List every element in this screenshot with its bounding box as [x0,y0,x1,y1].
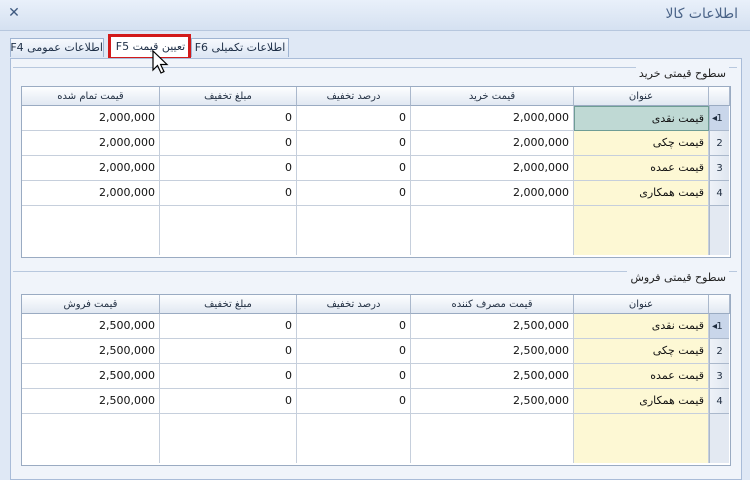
cell-discount-percent[interactable]: 0 [297,389,411,414]
header-title[interactable]: عنوان [574,87,709,106]
cell-title[interactable]: قیمت عمده [574,364,709,389]
cell-discount-percent[interactable]: 0 [297,181,411,206]
cell-title[interactable]: قیمت چکی [574,339,709,364]
cell-title[interactable]: قیمت همکاری [574,181,709,206]
table-row[interactable]: 2,000,000 0 0 2,000,000 قیمت نقدی 1 ◂ [22,106,730,131]
header-row-number [709,295,730,314]
cell-price[interactable]: 2,500,000 [411,364,574,389]
header-title[interactable]: عنوان [574,295,709,314]
cell-total[interactable]: 2,500,000 [22,364,160,389]
table-row[interactable]: 2,000,000 0 0 2,000,000 قیمت چکی 2 [22,131,730,156]
row-number[interactable]: 3 [709,156,729,181]
header-consumer-price[interactable]: قیمت مصرف کننده [411,295,574,314]
row-number[interactable]: 1 ◂ [709,314,729,339]
empty-title-area [574,206,709,255]
mouse-cursor-icon [152,50,169,74]
table-row[interactable]: 2,500,000 0 0 2,500,000 قیمت چکی 2 [22,339,730,364]
purchase-price-grid: قیمت تمام شده مبلغ تخفیف درصد تخفیف قیمت… [21,86,731,258]
cell-total[interactable]: 2,000,000 [22,156,160,181]
row-header-empty [709,414,729,463]
window-title: اطلاعات کالا [665,6,738,22]
cell-price[interactable]: 2,000,000 [411,156,574,181]
cell-total[interactable]: 2,000,000 [22,131,160,156]
cell-price[interactable]: 2,000,000 [411,131,574,156]
current-row-arrow-icon: ◂ [712,113,718,124]
purchase-group-title: سطوح قیمتی خرید [635,67,729,80]
grid-column-line [159,206,160,255]
purchase-price-group: سطوح قیمتی خرید قیمت تمام شده مبلغ تخفیف… [13,67,737,268]
cell-price[interactable]: 2,000,000 [411,106,574,131]
cell-title[interactable]: قیمت نقدی [574,314,709,339]
row-number[interactable]: 2 [709,131,729,156]
current-row-arrow-icon: ◂ [712,321,718,332]
grid-column-line [410,414,411,463]
header-purchase-price[interactable]: قیمت خرید [411,87,574,106]
table-row[interactable]: 2,500,000 0 0 2,500,000 قیمت عمده 3 [22,364,730,389]
table-row[interactable]: 2,500,000 0 0 2,500,000 قیمت نقدی 1 ◂ [22,314,730,339]
cell-price[interactable]: 2,500,000 [411,339,574,364]
cell-title[interactable]: قیمت همکاری [574,389,709,414]
cell-discount-percent[interactable]: 0 [297,339,411,364]
sales-price-grid: قیمت فروش مبلغ تخفیف درصد تخفیف قیمت مصر… [21,294,731,466]
tab-general-info[interactable]: اطلاعات عمومی F4 [10,38,104,57]
cell-title[interactable]: قیمت چکی [574,131,709,156]
cell-discount-amount[interactable]: 0 [160,364,297,389]
table-row[interactable]: 2,500,000 0 0 2,500,000 قیمت همکاری 4 [22,389,730,414]
header-discount-amount[interactable]: مبلغ تخفیف [160,295,297,314]
header-total[interactable]: قیمت تمام شده [22,87,160,106]
row-number[interactable]: 1 ◂ [709,106,729,131]
cell-total[interactable]: 2,500,000 [22,389,160,414]
sales-price-group: سطوح قیمتی فروش قیمت فروش مبلغ تخفیف درص… [13,271,737,477]
row-number[interactable]: 4 [709,181,729,206]
header-sale-price[interactable]: قیمت فروش [22,295,160,314]
cell-discount-amount[interactable]: 0 [160,389,297,414]
empty-title-area [574,414,709,463]
row-number[interactable]: 4 [709,389,729,414]
grid-column-line [159,414,160,463]
tab-additional-info[interactable]: اطلاعات تکمیلی F6 [191,38,289,57]
cell-discount-percent[interactable]: 0 [297,106,411,131]
grid-column-line [296,206,297,255]
row-header-empty [709,206,729,255]
cell-discount-percent[interactable]: 0 [297,156,411,181]
grid-column-line [296,414,297,463]
cell-discount-percent[interactable]: 0 [297,131,411,156]
cell-discount-amount[interactable]: 0 [160,106,297,131]
cell-price[interactable]: 2,500,000 [411,314,574,339]
cell-discount-amount[interactable]: 0 [160,339,297,364]
cell-discount-percent[interactable]: 0 [297,314,411,339]
cell-discount-amount[interactable]: 0 [160,156,297,181]
cell-title[interactable]: قیمت عمده [574,156,709,181]
table-row[interactable]: 2,000,000 0 0 2,000,000 قیمت عمده 3 [22,156,730,181]
cell-total[interactable]: 2,000,000 [22,181,160,206]
cell-title[interactable]: قیمت نقدی [574,106,709,131]
header-discount-amount[interactable]: مبلغ تخفیف [160,87,297,106]
cell-discount-percent[interactable]: 0 [297,364,411,389]
row-number[interactable]: 2 [709,339,729,364]
cell-total[interactable]: 2,000,000 [22,106,160,131]
row-number[interactable]: 3 [709,364,729,389]
cell-discount-amount[interactable]: 0 [160,314,297,339]
grid-column-line [410,206,411,255]
price-setting-page: سطوح قیمتی خرید قیمت تمام شده مبلغ تخفیف… [10,58,742,480]
table-row[interactable]: 2,000,000 0 0 2,000,000 قیمت همکاری 4 [22,181,730,206]
sales-group-title: سطوح قیمتی فروش [627,271,729,284]
title-bar: ✕ اطلاعات کالا [0,0,750,31]
cell-price[interactable]: 2,000,000 [411,181,574,206]
header-discount-percent[interactable]: درصد تخفیف [297,87,411,106]
close-icon[interactable]: ✕ [6,5,22,21]
cell-discount-amount[interactable]: 0 [160,181,297,206]
header-discount-percent[interactable]: درصد تخفیف [297,295,411,314]
cell-price[interactable]: 2,500,000 [411,389,574,414]
cell-total[interactable]: 2,500,000 [22,339,160,364]
header-row-number [709,87,730,106]
cell-discount-amount[interactable]: 0 [160,131,297,156]
cell-total[interactable]: 2,500,000 [22,314,160,339]
highlight-box [108,34,191,60]
